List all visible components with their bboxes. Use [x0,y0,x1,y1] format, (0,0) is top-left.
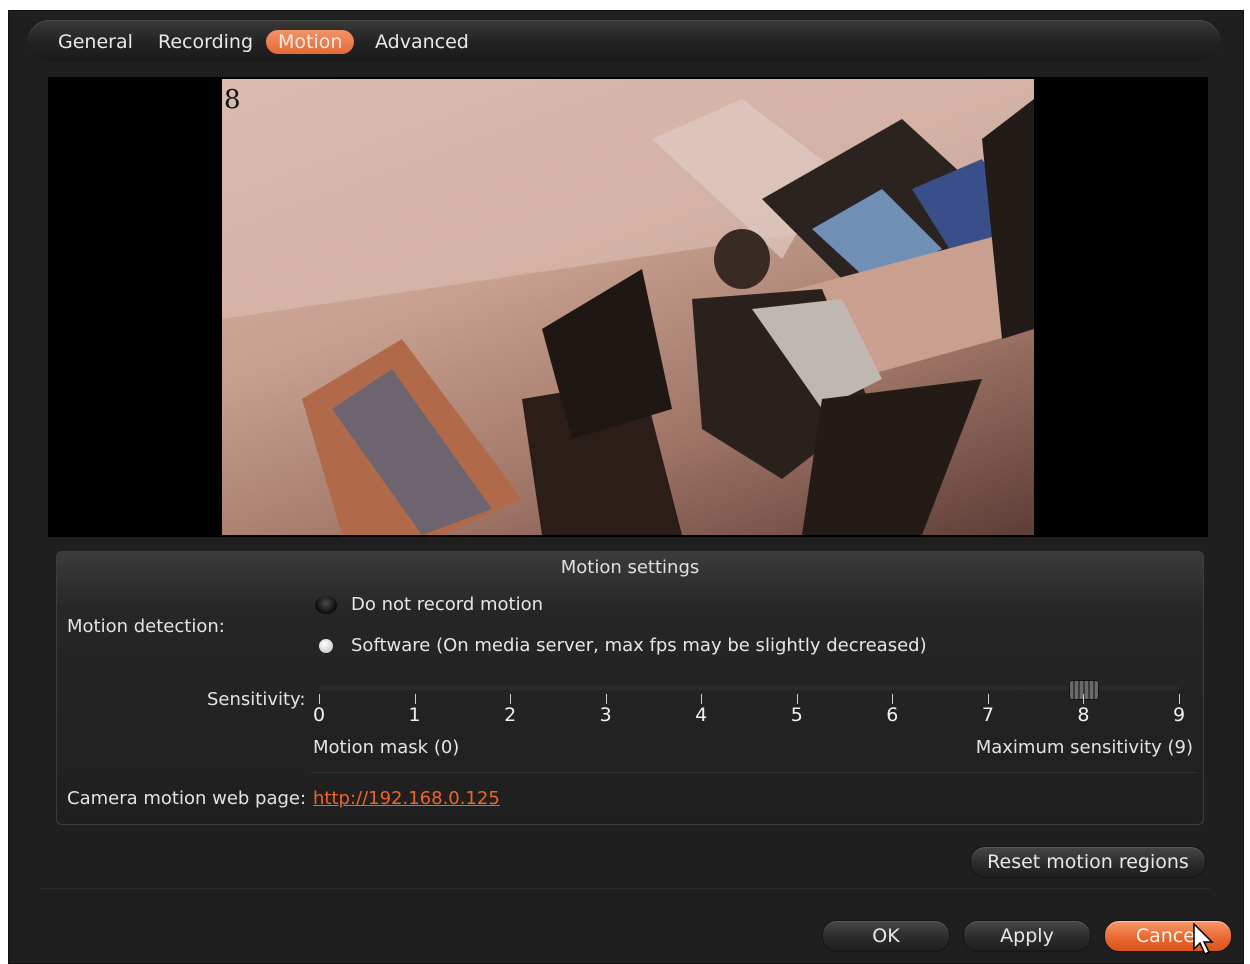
sensitivity-tick [510,694,512,704]
apply-button[interactable]: Apply [963,920,1091,952]
radio-do-not-record[interactable]: Do not record motion [315,594,543,615]
sensitivity-tick [414,694,416,704]
footer-divider [40,888,1210,889]
sensitivity-tick-label: 6 [886,704,899,726]
sensitivity-tick [605,694,607,704]
panel-divider [311,772,1197,773]
sensitivity-tick [987,694,989,704]
camera-frame-image[interactable]: 8 [222,79,1034,535]
sensitivity-tick-label: 5 [790,704,803,726]
sensitivity-slider-track[interactable] [319,686,1179,690]
sensitivity-tick [701,694,703,704]
mouse-pointer-icon [1193,923,1214,955]
radio-button-checked[interactable] [319,638,333,653]
sensitivity-tick-label: 8 [1077,704,1090,726]
frame-number: 8 [224,85,241,115]
camera-web-page-link[interactable]: http://192.168.0.125 [313,788,500,809]
tab-recording[interactable]: Recording [146,30,265,54]
max-sensitivity-caption: Maximum sensitivity (9) [975,737,1193,758]
office-scene-image [222,79,1034,535]
tab-bar: General Recording Motion Advanced [28,20,1220,62]
sensitivity-tick-label: 2 [504,704,517,726]
min-sensitivity-caption: Motion mask (0) [313,737,460,758]
sensitivity-label: Sensitivity: [207,689,306,710]
sensitivity-tick-label: 9 [1172,704,1186,726]
sensitivity-tick [892,694,894,704]
sensitivity-tick [1179,694,1180,704]
sensitivity-slider-handle[interactable] [1069,680,1100,700]
camera-web-page-label: Camera motion web page: [67,788,307,809]
sensitivity-tick-label: 3 [599,704,612,726]
motion-video-preview[interactable]: 8 [48,77,1208,537]
sensitivity-tick [319,694,320,704]
sensitivity-tick-label: 7 [981,704,994,726]
sensitivity-tick [1083,694,1085,704]
ok-button[interactable]: OK [822,920,950,952]
radio-label-software: Software (On media server, max fps may b… [351,635,927,656]
motion-settings-panel: Motion settings Motion detection: Do not… [56,551,1204,825]
tab-advanced[interactable]: Advanced [363,30,481,54]
sensitivity-tick-label: 1 [408,704,421,726]
reset-motion-regions-button[interactable]: Reset motion regions [970,846,1206,878]
radio-button-unchecked[interactable] [315,595,337,614]
radio-label-do-not-record: Do not record motion [351,594,544,615]
tab-motion[interactable]: Motion [266,30,355,54]
tab-general[interactable]: General [46,30,145,54]
sensitivity-tick-label: 4 [695,704,708,726]
motion-detection-label: Motion detection: [67,616,225,637]
sensitivity-tick [796,694,798,704]
panel-title: Motion settings [560,557,700,578]
sensitivity-tick-label: 0 [312,704,326,726]
radio-software[interactable]: Software (On media server, max fps may b… [315,635,927,656]
